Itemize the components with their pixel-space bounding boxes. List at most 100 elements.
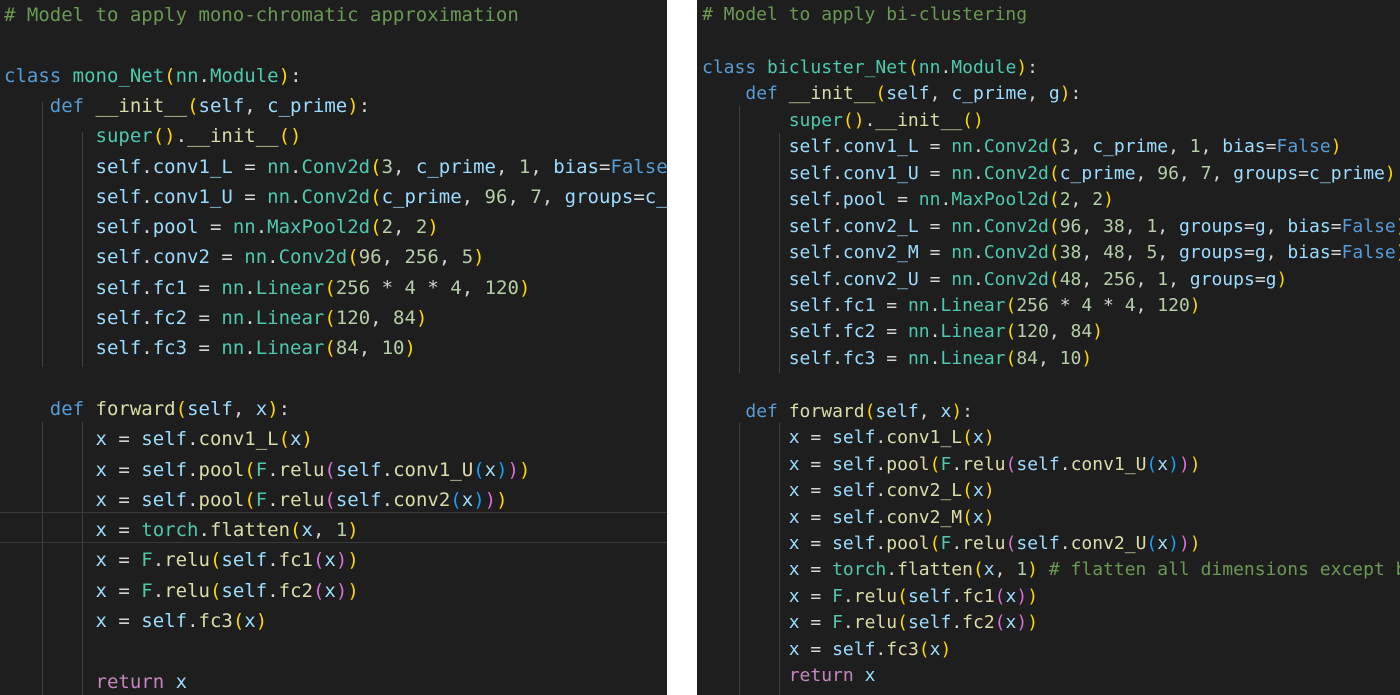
code-line[interactable]: super().__init__() (0, 124, 667, 148)
code-line[interactable]: class bicluster_Net(nn.Module): (697, 56, 1400, 80)
code-line[interactable]: x = F.relu(self.fc1(x)) (697, 585, 1400, 609)
code-line[interactable]: self.conv2_M = nn.Conv2d(38, 48, 5, grou… (697, 241, 1400, 265)
code-token: ) (1178, 533, 1190, 554)
code-line[interactable]: super().__init__() (697, 109, 1400, 133)
code-panel-mono[interactable]: # Model to apply mono-chromatic approxim… (0, 0, 667, 695)
code-line[interactable]: # Model to apply bi-clustering (697, 3, 1400, 27)
code-token: x (1005, 612, 1017, 634)
code-token: . (187, 458, 199, 481)
code-line[interactable]: self.fc3 = nn.Linear(84, 10) (697, 347, 1400, 371)
code-token: 2 (1092, 189, 1104, 211)
code-line[interactable]: self.pool = nn.MaxPool2d(2, 2) (697, 188, 1400, 212)
code-token: . (875, 506, 887, 528)
code-token: ) (1396, 242, 1400, 263)
code-token: self (335, 488, 382, 511)
code-token: nn (907, 347, 930, 369)
code-token: ) (1168, 453, 1179, 475)
code-token: , (1157, 215, 1179, 237)
code-token: , (918, 400, 941, 422)
code-token: = (799, 506, 833, 528)
code-line[interactable]: def forward(self, x): (697, 400, 1400, 424)
code-line[interactable]: x = self.pool(F.relu(self.conv2_U(x))) (697, 532, 1400, 556)
code-token: bias (1287, 215, 1331, 237)
code-token: , (1081, 215, 1104, 237)
code-token: * (370, 276, 405, 299)
code-line[interactable]: self.fc3 = nn.Linear(84, 10) (0, 336, 667, 360)
code-line[interactable]: self.conv1_U = nn.Conv2d(c_prime, 96, 7,… (697, 162, 1400, 186)
code-line[interactable]: return x (0, 670, 667, 694)
code-panel-bicluster[interactable]: # Model to apply bi-clustering class bicl… (697, 0, 1400, 695)
code-token: = (799, 453, 833, 475)
code-token: . (141, 337, 153, 360)
code-token: nn (232, 216, 256, 239)
code-token: = (875, 321, 908, 343)
code-token: False (1276, 136, 1331, 158)
code-line[interactable]: x = F.relu(self.fc1(x)) (0, 548, 667, 572)
code-token: x (244, 610, 256, 632)
code-token: c_prime (1309, 162, 1385, 184)
code-line[interactable]: x = torch.flatten(x, 1) # flatten all di… (697, 558, 1400, 582)
code-line[interactable]: self.conv2_L = nn.Conv2d(96, 38, 1, grou… (697, 215, 1400, 239)
code-line[interactable]: x = F.relu(self.fc2(x)) (697, 611, 1400, 635)
code-line[interactable]: x = self.conv2_M(x) (697, 506, 1400, 530)
code-line[interactable]: x = self.pool(F.relu(self.conv2(x))) (0, 488, 667, 512)
code-line[interactable]: x = torch.flatten(x, 1) (0, 518, 667, 542)
code-line[interactable]: x = self.conv1_L(x) (697, 426, 1400, 450)
code-line[interactable]: def forward(self, x): (0, 397, 667, 421)
code-token: 1 (518, 155, 531, 178)
code-line[interactable]: self.conv1_L = nn.Conv2d(3, c_prime, 1, … (0, 155, 667, 179)
code-token: fc1 (152, 276, 188, 299)
code-token: ( (1048, 189, 1060, 211)
code-line[interactable]: x = self.conv1_L(x) (0, 427, 667, 451)
code-line[interactable]: self.pool = nn.MaxPool2d(2, 2) (0, 215, 667, 239)
code-token: self (788, 189, 833, 211)
code-line[interactable]: self.conv2_U = nn.Conv2d(48, 256, 1, gro… (697, 268, 1400, 292)
code-line[interactable]: self.fc2 = nn.Linear(120, 84) (0, 306, 667, 330)
code-line[interactable]: x = self.pool(F.relu(self.conv1_U(x))) (697, 453, 1400, 477)
code-token: x (301, 519, 313, 542)
code-token: ( (209, 579, 222, 602)
code-line[interactable]: self.conv2 = nn.Conv2d(96, 256, 5) (0, 245, 667, 269)
code-line[interactable]: x = F.relu(self.fc2(x)) (0, 579, 667, 603)
code-token: bias (553, 155, 599, 178)
code-token: 96 (358, 246, 382, 269)
code-line[interactable]: x = self.pool(F.relu(self.conv1_U(x))) (0, 458, 667, 482)
code-token: . (875, 427, 887, 449)
code-line[interactable]: x = self.conv2_L(x) (697, 479, 1400, 503)
code-line[interactable]: self.fc2 = nn.Linear(120, 84) (697, 320, 1400, 344)
code-line[interactable]: # Model to apply mono-chromatic approxim… (0, 3, 667, 27)
code-token: 4 (1081, 294, 1093, 316)
code-token: ) (278, 64, 291, 87)
code-line[interactable]: class mono_Net(nn.Module): (0, 64, 667, 88)
code-line[interactable]: def __init__(self, c_prime): (0, 94, 667, 118)
code-token: ) (1396, 216, 1400, 237)
code-line[interactable]: self.fc1 = nn.Linear(256 * 4 * 4, 120) (697, 294, 1400, 318)
code-token: Module (209, 64, 279, 87)
code-token: 1 (1016, 559, 1028, 581)
code-line[interactable]: return x (697, 664, 1400, 688)
code-token: ( (918, 638, 930, 660)
code-token: self (187, 397, 233, 420)
code-token: ) (983, 506, 995, 528)
code-token: c_prime (951, 83, 1028, 105)
code-line[interactable]: self.conv1_U = nn.Conv2d(c_prime, 96, 7,… (0, 185, 667, 209)
code-token: . (244, 276, 256, 299)
code-token: Conv2d (301, 185, 371, 208)
code-line[interactable]: x = self.fc3(x) (697, 638, 1400, 662)
code-token: = (1254, 268, 1266, 290)
code-token: ) (1027, 612, 1039, 634)
code-token: = (1330, 242, 1342, 264)
code-line[interactable]: x = self.fc3(x) (0, 609, 667, 633)
code-line[interactable]: self.fc1 = nn.Linear(256 * 4 * 4, 120) (0, 276, 667, 300)
code-token: . (972, 162, 984, 184)
code-token: c_prime (267, 94, 348, 117)
code-token: ( (324, 488, 336, 511)
code-line[interactable]: self.conv1_L = nn.Conv2d(3, c_prime, 1, … (697, 135, 1400, 159)
code-line[interactable]: def __init__(self, c_prime, g): (697, 82, 1400, 106)
